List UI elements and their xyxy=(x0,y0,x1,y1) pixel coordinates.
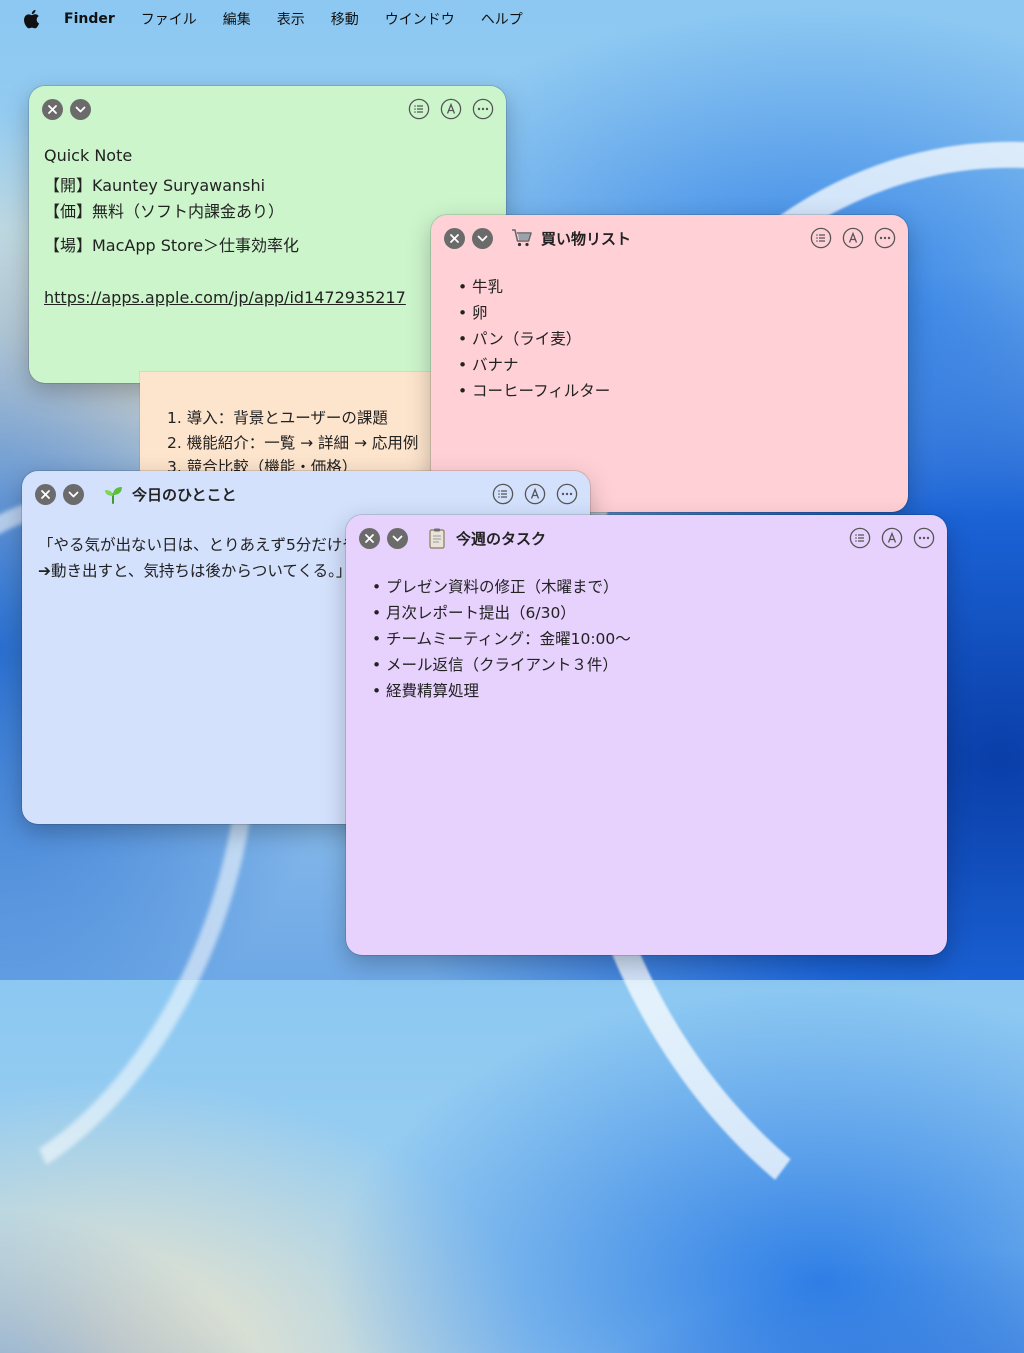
note-line: 【場】MacApp Store＞仕事効率化 xyxy=(44,236,300,255)
note-line: ➔動き出すと、気持ちは後からついてくる。」 xyxy=(38,562,352,580)
shopping-list-window[interactable]: 買い物リスト 牛乳 卵 パン（ライ麦） バナナ コーヒーフィルター xyxy=(431,215,908,512)
close-icon xyxy=(444,228,465,249)
shopping-items: 牛乳 卵 パン（ライ麦） バナナ コーヒーフィルター xyxy=(458,274,610,404)
note-title: 買い物リスト xyxy=(511,227,631,249)
collapse-button[interactable] xyxy=(472,228,493,249)
list-item: プレゼン資料の修正（木曜まで） xyxy=(372,574,631,600)
titlebar[interactable]: 買い物リスト xyxy=(431,215,908,261)
list-item: 月次レポート提出（6/30） xyxy=(372,600,631,626)
task-items: プレゼン資料の修正（木曜まで） 月次レポート提出（6/30） チームミーティング… xyxy=(372,574,631,704)
list-item: 経費精算処理 xyxy=(372,678,631,704)
shopping-cart-icon xyxy=(512,229,532,247)
more-icon[interactable] xyxy=(913,527,935,549)
chevron-down-icon xyxy=(70,99,91,120)
list-item: 牛乳 xyxy=(458,274,610,300)
list-item: チームミーティング：金曜10:00〜 xyxy=(372,626,631,652)
chevron-down-icon xyxy=(472,228,493,249)
titlebar[interactable]: 今日のひとこと xyxy=(22,471,590,517)
close-icon xyxy=(42,99,63,120)
menu-file[interactable]: ファイル xyxy=(141,9,197,29)
list-item: コーヒーフィルター xyxy=(458,378,610,404)
menu-window[interactable]: ウインドウ xyxy=(385,9,455,29)
list-item: パン（ライ麦） xyxy=(458,326,610,352)
note-body[interactable]: プレゼン資料の修正（木曜まで） 月次レポート提出（6/30） チームミーティング… xyxy=(346,561,947,955)
app-store-link[interactable]: https://apps.apple.com/jp/app/id14729352… xyxy=(44,288,406,307)
note-line: 【価】無料（ソフト内課金あり） xyxy=(44,202,285,221)
note-title: 今週のタスク xyxy=(426,527,546,549)
list-icon[interactable] xyxy=(810,227,832,249)
list-icon[interactable] xyxy=(849,527,871,549)
apple-icon[interactable] xyxy=(22,9,40,29)
menu-view[interactable]: 表示 xyxy=(277,9,305,29)
list-item: メール返信（クライアント３件） xyxy=(372,652,631,678)
collapse-button[interactable] xyxy=(387,528,408,549)
tasks-note-window[interactable]: 今週のタスク プレゼン資料の修正（木曜まで） 月次レポート提出（6/30） チー… xyxy=(346,515,947,955)
menu-help[interactable]: ヘルプ xyxy=(481,9,523,29)
collapse-button[interactable] xyxy=(70,99,91,120)
close-button[interactable] xyxy=(42,99,63,120)
font-icon[interactable] xyxy=(524,483,546,505)
list-icon[interactable] xyxy=(408,98,430,120)
close-button[interactable] xyxy=(444,228,465,249)
titlebar[interactable]: 今週のタスク xyxy=(346,515,947,561)
close-icon xyxy=(35,484,56,505)
chevron-down-icon xyxy=(63,484,84,505)
menu-edit[interactable]: 編集 xyxy=(223,9,251,29)
close-button[interactable] xyxy=(35,484,56,505)
close-button[interactable] xyxy=(359,528,380,549)
list-item: 卵 xyxy=(458,300,610,326)
note-toolbar xyxy=(408,98,494,120)
outline-note-window[interactable]: 1. 導入：背景とユーザーの課題 2. 機能紹介：一覧 → 詳細 → 応用例 3… xyxy=(140,372,440,482)
more-icon[interactable] xyxy=(874,227,896,249)
list-item: 1. 導入：背景とユーザーの課題 xyxy=(167,409,388,427)
more-icon[interactable] xyxy=(472,98,494,120)
font-icon[interactable] xyxy=(881,527,903,549)
close-icon xyxy=(359,528,380,549)
more-icon[interactable] xyxy=(556,483,578,505)
note-toolbar xyxy=(849,527,935,549)
note-title-text: 買い物リスト xyxy=(541,229,632,248)
clipboard-icon xyxy=(429,528,445,549)
note-line: Quick Note xyxy=(44,146,133,165)
list-icon[interactable] xyxy=(492,483,514,505)
list-item: 2. 機能紹介：一覧 → 詳細 → 応用例 xyxy=(167,433,419,452)
chevron-down-icon xyxy=(387,528,408,549)
list-item: バナナ xyxy=(458,352,610,378)
note-title: 今日のひとこと xyxy=(102,483,237,505)
collapse-button[interactable] xyxy=(63,484,84,505)
seedling-icon xyxy=(105,487,122,504)
note-title-text: 今週のタスク xyxy=(456,529,547,548)
note-toolbar xyxy=(492,483,578,505)
note-toolbar xyxy=(810,227,896,249)
menu-bar: Finder ファイル 編集 表示 移動 ウインドウ ヘルプ xyxy=(0,0,1024,38)
menu-go[interactable]: 移動 xyxy=(331,9,359,29)
note-title-text: 今日のひとこと xyxy=(132,485,237,504)
font-icon[interactable] xyxy=(440,98,462,120)
titlebar[interactable] xyxy=(29,86,506,132)
note-line: 【開】Kauntey Suryawanshi xyxy=(44,176,266,195)
menu-finder[interactable]: Finder xyxy=(64,11,115,27)
outline-list: 1. 導入：背景とユーザーの課題 2. 機能紹介：一覧 → 詳細 → 応用例 3… xyxy=(167,406,418,480)
font-icon[interactable] xyxy=(842,227,864,249)
